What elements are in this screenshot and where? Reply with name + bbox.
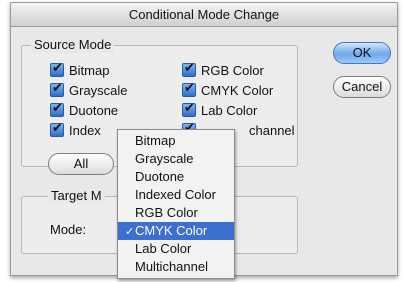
ok-button[interactable]: OK — [333, 42, 391, 64]
cancel-button[interactable]: Cancel — [333, 76, 391, 98]
checkbox-label: Lab Color — [201, 102, 258, 118]
menu-item-label: CMYK Color — [135, 223, 208, 238]
checkbox-checked-icon — [50, 121, 64, 137]
menu-item-label: RGB Color — [135, 205, 198, 220]
menu-item-bitmap[interactable]: Bitmap — [118, 132, 234, 150]
checkbox-checked-icon — [182, 81, 196, 97]
checkbox-label: CMYK Color — [201, 82, 274, 98]
checkbox-checked-icon — [50, 61, 64, 77]
checkbox-checked-icon — [182, 101, 196, 117]
menu-item-label: Lab Color — [135, 241, 192, 256]
menu-item-label: Multichannel — [135, 259, 208, 274]
checkmark-icon: ✓ — [125, 225, 135, 238]
target-mode-label: Target M — [48, 188, 105, 204]
checkbox-grayscale[interactable]: Grayscale — [50, 81, 128, 99]
checkbox-label: channel — [249, 122, 295, 138]
checkbox-label: Grayscale — [69, 82, 128, 98]
menu-item-label: Indexed Color — [135, 187, 216, 202]
menu-item-rgb-color[interactable]: RGB Color — [118, 204, 234, 222]
all-button[interactable]: All — [48, 153, 114, 175]
menu-item-label: Duotone — [135, 169, 185, 184]
checkbox-cmyk-color[interactable]: CMYK Color — [182, 81, 273, 99]
menu-item-grayscale[interactable]: Grayscale — [118, 150, 234, 168]
checkbox-bitmap[interactable]: Bitmap — [50, 61, 109, 79]
checkbox-label: Duotone — [69, 102, 119, 118]
menu-item-label: Bitmap — [135, 133, 176, 148]
source-mode-label: Source Mode — [31, 37, 115, 53]
checkbox-label: RGB Color — [201, 62, 264, 78]
menu-item-cmyk-color[interactable]: ✓CMYK Color — [118, 222, 234, 240]
mode-popup-menu: Bitmap Grayscale Duotone Indexed Color R… — [117, 129, 235, 279]
checkbox-checked-icon — [50, 81, 64, 97]
menu-item-label: Grayscale — [135, 151, 194, 166]
menu-item-duotone[interactable]: Duotone — [118, 168, 234, 186]
checkbox-duotone[interactable]: Duotone — [50, 101, 118, 119]
mode-label: Mode: — [50, 222, 87, 237]
menu-item-indexed-color[interactable]: Indexed Color — [118, 186, 234, 204]
checkbox-checked-icon — [182, 61, 196, 77]
checkbox-label: Index — [69, 122, 101, 138]
checkbox-rgb-color[interactable]: RGB Color — [182, 61, 264, 79]
menu-item-multichannel[interactable]: Multichannel — [118, 258, 234, 276]
menu-item-lab-color[interactable]: Lab Color — [118, 240, 234, 258]
checkbox-checked-icon — [50, 101, 64, 117]
checkbox-lab-color[interactable]: Lab Color — [182, 101, 257, 119]
dialog-title: Conditional Mode Change — [11, 3, 397, 27]
checkbox-indexed-color[interactable]: Index — [50, 121, 101, 139]
checkbox-label: Bitmap — [69, 62, 110, 78]
